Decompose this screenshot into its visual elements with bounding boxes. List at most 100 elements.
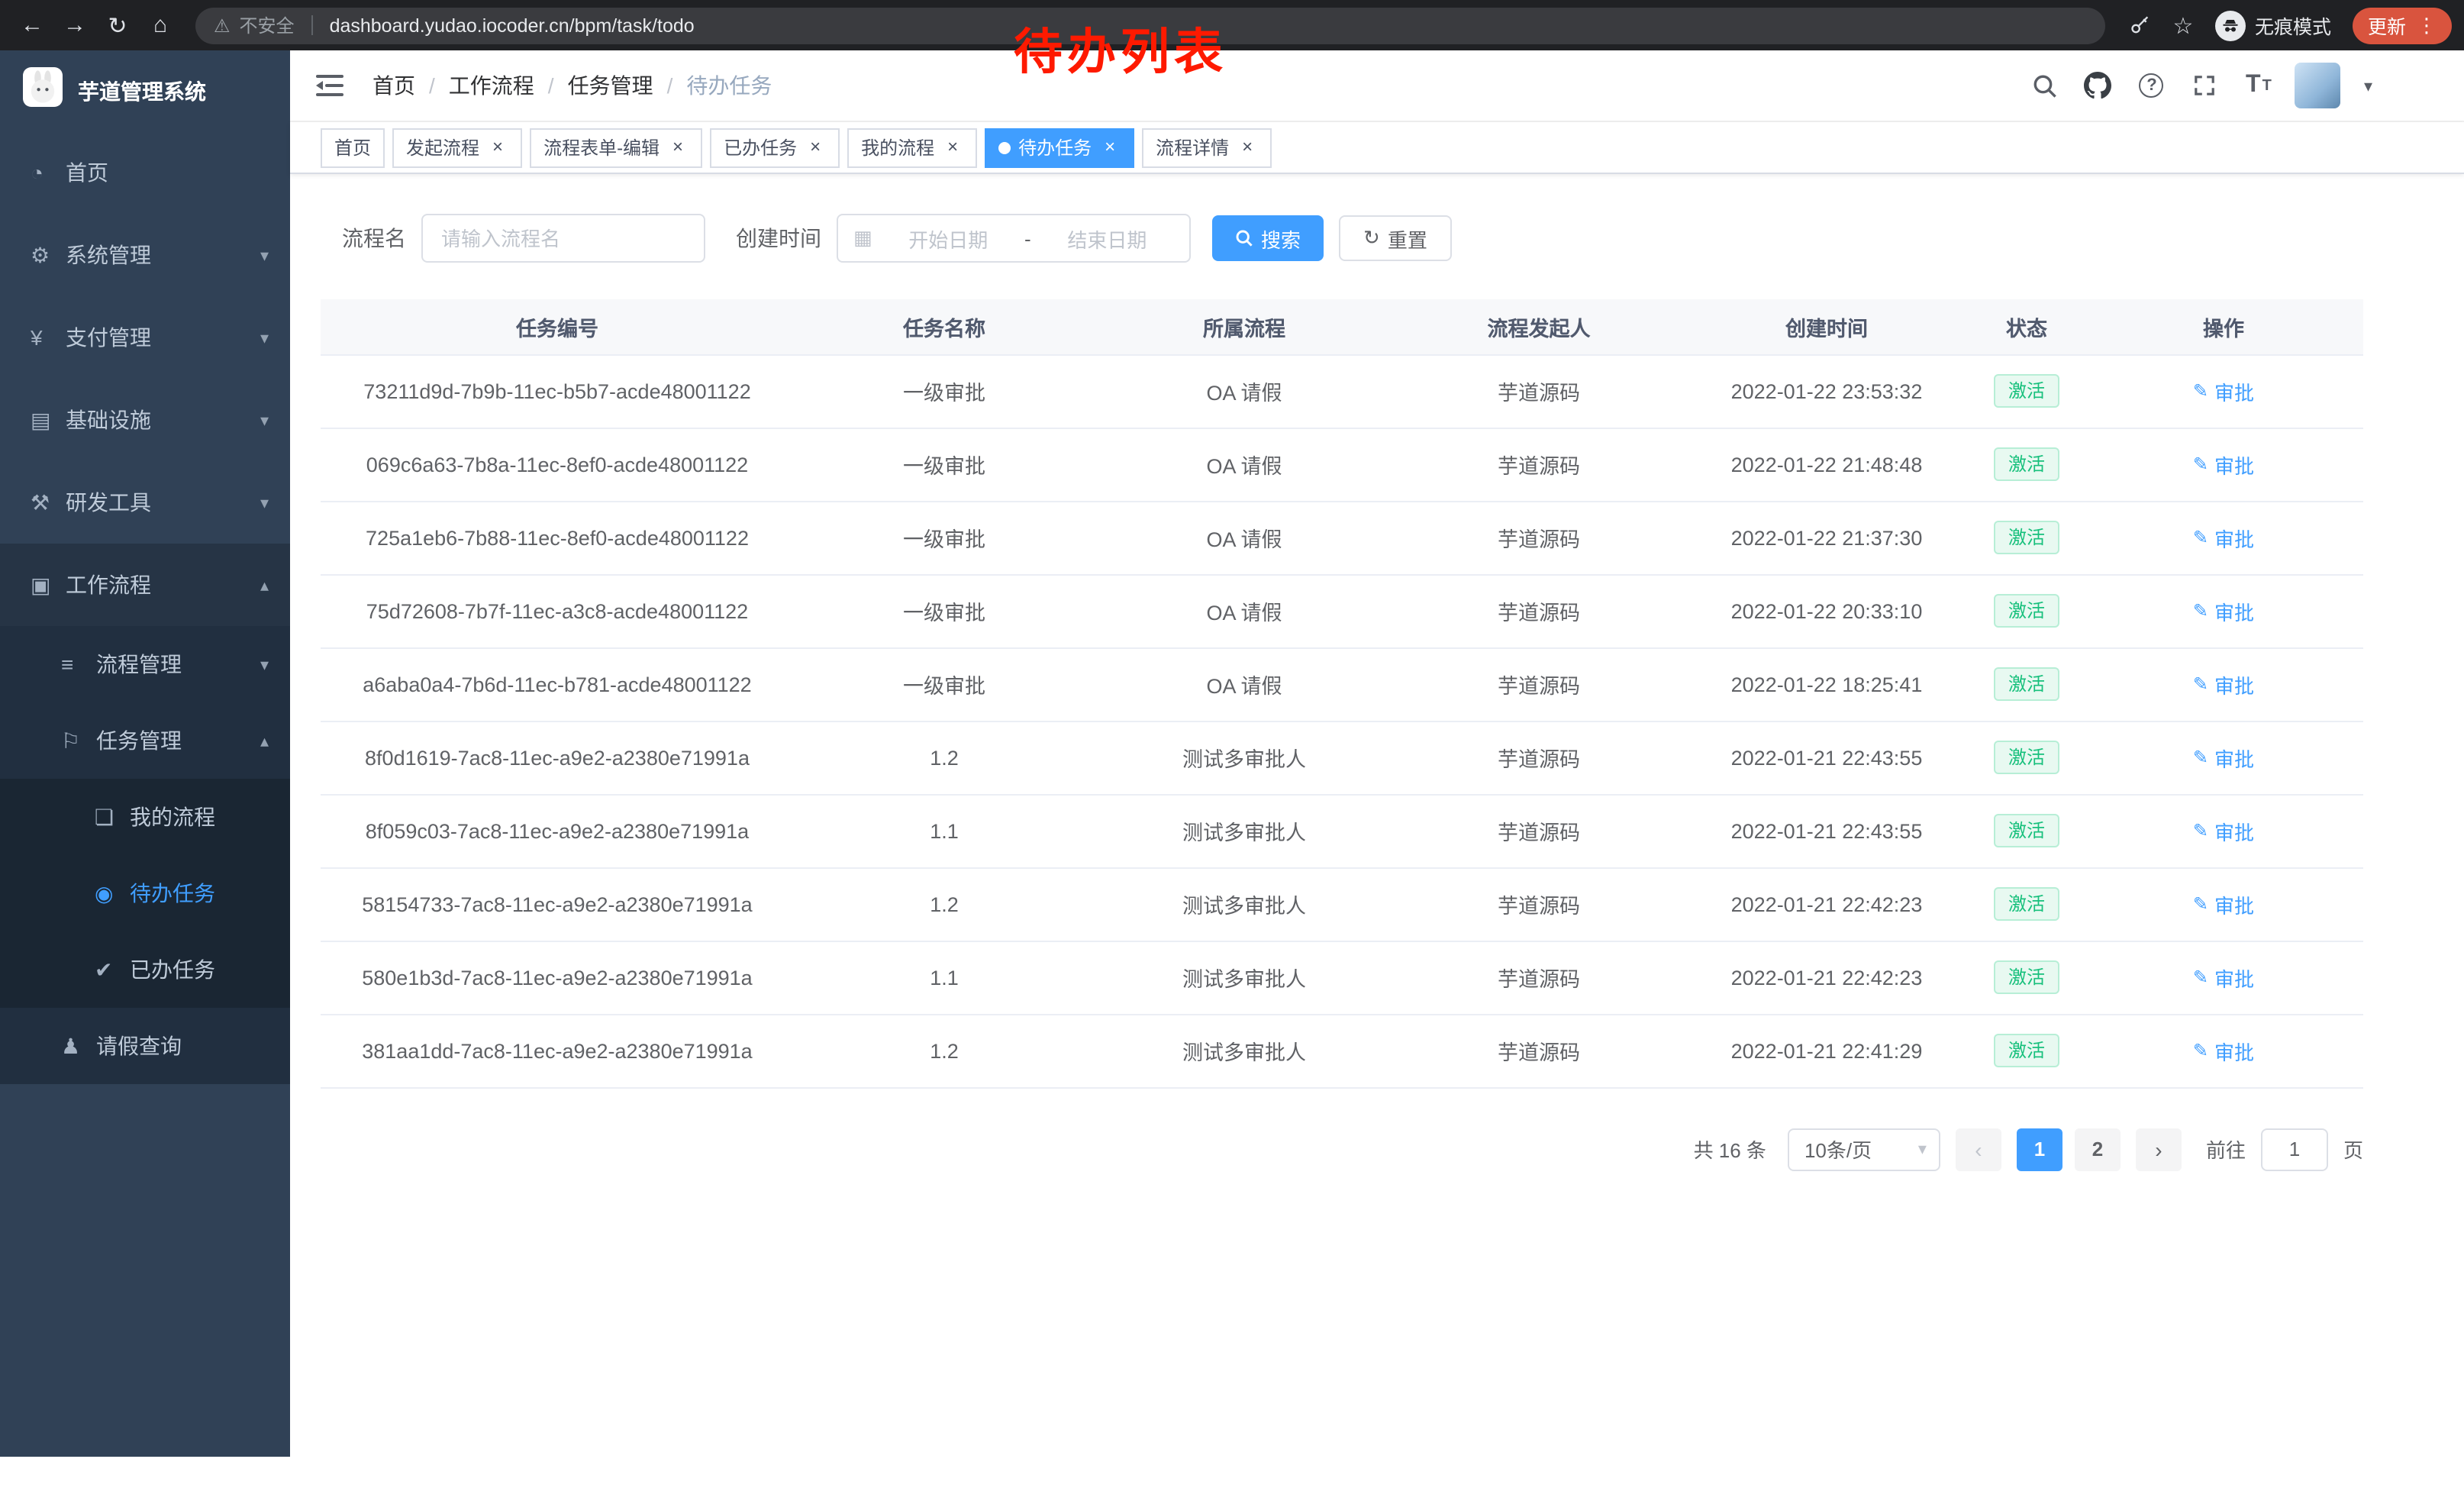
not-secure-warning-icon: ⚠: [214, 15, 231, 36]
sidebar-item-home[interactable]: ◔首页: [0, 131, 290, 214]
back-icon[interactable]: ←: [12, 5, 52, 45]
forward-icon[interactable]: →: [55, 5, 95, 45]
tab-item[interactable]: 待办任务×: [985, 128, 1134, 167]
approve-link[interactable]: ✎审批: [2193, 889, 2254, 918]
approve-link[interactable]: ✎审批: [2193, 963, 2254, 992]
tab-item[interactable]: 已办任务×: [710, 128, 840, 167]
tab-item[interactable]: 流程详情×: [1142, 128, 1272, 167]
update-button[interactable]: 更新 ⋮: [2353, 7, 2452, 44]
avatar[interactable]: [2295, 63, 2341, 108]
next-page-button[interactable]: ›: [2136, 1128, 2182, 1170]
reset-button[interactable]: ↻ 重置: [1339, 215, 1452, 261]
approve-link[interactable]: ✎审批: [2193, 376, 2254, 405]
status-badge: 激活: [1995, 667, 2059, 701]
tab-close-icon[interactable]: ×: [1237, 137, 1258, 158]
cell-name: 1.2: [794, 1014, 1095, 1087]
password-key-icon[interactable]: [2121, 5, 2160, 45]
app-title: 芋道管理系统: [78, 76, 206, 106]
page-button[interactable]: 1: [2017, 1128, 2062, 1170]
approve-link[interactable]: ✎审批: [2193, 670, 2254, 699]
sidebar-item-payment[interactable]: ¥支付管理▾: [0, 296, 290, 379]
tab-close-icon[interactable]: ×: [805, 137, 826, 158]
table-row: 069c6a63-7b8a-11ec-8ef0-acde48001122一级审批…: [321, 428, 2363, 501]
tab-close-icon[interactable]: ×: [1099, 137, 1121, 158]
approve-label: 审批: [2214, 523, 2254, 552]
approve-link[interactable]: ✎审批: [2193, 1036, 2254, 1065]
reload-icon[interactable]: ↻: [98, 5, 137, 45]
task-icon: ⚐: [61, 728, 96, 754]
avatar-caret-icon[interactable]: ▾: [2364, 76, 2372, 95]
sidebar-item-workflow[interactable]: ▣工作流程▴: [0, 544, 290, 626]
page-size-select[interactable]: 10条/页 ▾: [1788, 1128, 1940, 1170]
end-date-placeholder: 结束日期: [1040, 224, 1174, 253]
date-range-picker[interactable]: ▦ 开始日期 - 结束日期: [837, 214, 1191, 263]
approve-link[interactable]: ✎审批: [2193, 523, 2254, 552]
total-count-label: 共 16 条: [1694, 1135, 1766, 1164]
approve-link[interactable]: ✎审批: [2193, 743, 2254, 772]
start-date-placeholder: 开始日期: [882, 224, 1015, 253]
cell-time: 2022-01-22 21:48:48: [1684, 428, 1969, 501]
github-icon[interactable]: [2082, 69, 2115, 102]
todo-task-table: 任务编号任务名称所属流程流程发起人创建时间状态操作 73211d9d-7b9b-…: [321, 299, 2363, 1088]
sidebar-item-label: 我的流程: [130, 802, 269, 832]
security-label: 不安全: [240, 12, 295, 38]
cell-action: ✎审批: [2084, 354, 2363, 428]
search-icon[interactable]: [2028, 69, 2062, 102]
prev-page-button[interactable]: ‹: [1956, 1128, 2001, 1170]
sidebar-toggle-icon[interactable]: [313, 69, 347, 102]
home-icon[interactable]: ⌂: [140, 5, 180, 45]
sidebar-item-system[interactable]: ⚙系统管理▾: [0, 214, 290, 296]
help-icon[interactable]: ?: [2135, 69, 2169, 102]
tab-close-icon[interactable]: ×: [487, 137, 508, 158]
cell-time: 2022-01-21 22:42:23: [1684, 867, 1969, 941]
process-name-label: 流程名: [342, 223, 406, 253]
approve-label: 审批: [2214, 376, 2254, 405]
sidebar: 芋道管理系统 ◔首页⚙系统管理▾¥支付管理▾▤基础设施▾⚒研发工具▾▣工作流程▴…: [0, 50, 290, 1457]
approve-link[interactable]: ✎审批: [2193, 596, 2254, 625]
sidebar-item-infra[interactable]: ▤基础设施▾: [0, 379, 290, 461]
cell-action: ✎审批: [2084, 867, 2363, 941]
tab-item[interactable]: 流程表单-编辑×: [530, 128, 702, 167]
column-header: 操作: [2084, 299, 2363, 354]
table-row: a6aba0a4-7b6d-11ec-b781-acde48001122一级审批…: [321, 647, 2363, 721]
cell-name: 一级审批: [794, 354, 1095, 428]
sidebar-item-done-task[interactable]: ✔已办任务: [0, 931, 290, 1008]
tab-item[interactable]: 发起流程×: [392, 128, 522, 167]
cell-name: 一级审批: [794, 647, 1095, 721]
sidebar-item-todo-task[interactable]: ◉待办任务: [0, 855, 290, 931]
cell-time: 2022-01-22 20:33:10: [1684, 574, 1969, 647]
sidebar-item-leave-query[interactable]: ♟请假查询: [0, 1008, 290, 1084]
sidebar-item-label: 首页: [66, 157, 269, 188]
cell-status: 激活: [1969, 428, 2084, 501]
tab-item[interactable]: 我的流程×: [847, 128, 977, 167]
approve-link[interactable]: ✎审批: [2193, 450, 2254, 479]
breadcrumb-item[interactable]: 工作流程: [449, 70, 534, 101]
cell-process: OA 请假: [1095, 501, 1394, 574]
breadcrumb-item[interactable]: 首页: [373, 70, 415, 101]
approve-link[interactable]: ✎审批: [2193, 816, 2254, 845]
app-logo-row[interactable]: 芋道管理系统: [0, 50, 290, 131]
tab-close-icon[interactable]: ×: [942, 137, 963, 158]
fullscreen-icon[interactable]: [2188, 69, 2222, 102]
sidebar-item-my-process[interactable]: ❏我的流程: [0, 779, 290, 855]
annotation-overlay: 待办列表: [1014, 14, 1227, 84]
search-button[interactable]: 搜索: [1212, 215, 1324, 261]
goto-page-input[interactable]: [2261, 1128, 2328, 1170]
cell-time: 2022-01-22 21:37:30: [1684, 501, 1969, 574]
tab-item[interactable]: 首页: [321, 128, 385, 167]
bookmark-star-icon[interactable]: ☆: [2163, 5, 2203, 45]
page-button[interactable]: 2: [2075, 1128, 2121, 1170]
process-name-input[interactable]: [421, 214, 705, 263]
cell-status: 激活: [1969, 501, 2084, 574]
cell-status: 激活: [1969, 1014, 2084, 1087]
table-body: 73211d9d-7b9b-11ec-b5b7-acde48001122一级审批…: [321, 354, 2363, 1087]
table-row: 75d72608-7b7f-11ec-a3c8-acde48001122一级审批…: [321, 574, 2363, 647]
tab-close-icon[interactable]: ×: [667, 137, 689, 158]
font-size-icon[interactable]: TT: [2242, 69, 2275, 102]
menu-dots-icon[interactable]: ⋮: [2417, 13, 2437, 37]
sidebar-item-task-mgmt[interactable]: ⚐任务管理▴: [0, 702, 290, 779]
sidebar-item-process-mgmt[interactable]: ≡流程管理▾: [0, 626, 290, 702]
breadcrumb-item[interactable]: 任务管理: [568, 70, 653, 101]
sidebar-item-devtools[interactable]: ⚒研发工具▾: [0, 461, 290, 544]
font-small-glyph: T: [2262, 77, 2272, 94]
